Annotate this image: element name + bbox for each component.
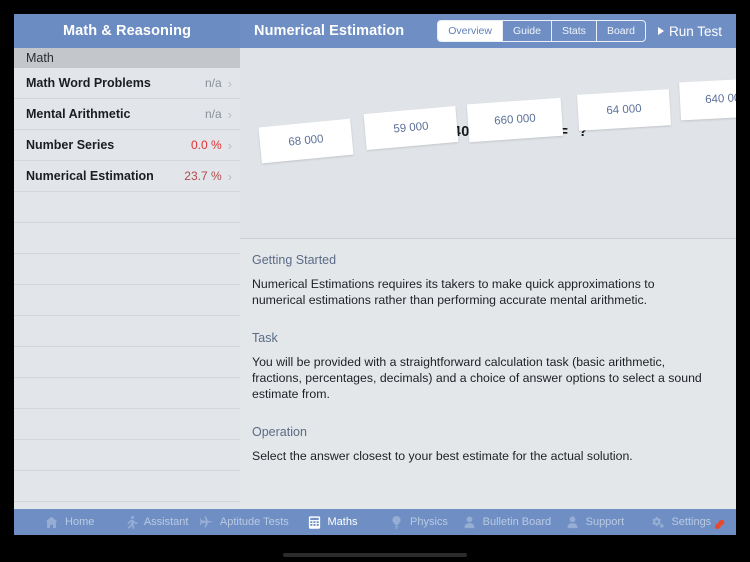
tab-maths[interactable]: Maths [289,515,375,530]
segment-guide[interactable]: Guide [503,21,552,41]
tab-home[interactable]: Home [26,515,112,530]
answer-card-value: 68 000 [288,133,324,148]
sidebar-list[interactable]: Math Word Problemsn/a›Mental Arithmeticn… [14,68,240,509]
answer-card-value: 64 000 [606,103,642,117]
airplane-icon [199,515,214,530]
sidebar-item-label: Math Word Problems [26,76,205,90]
sidebar-empty-row [14,347,240,378]
chevron-right-icon: › [228,170,232,183]
sidebar-empty-row [14,502,240,509]
answer-card-value: 640 000 [705,92,736,106]
answer-card[interactable]: 64 000 [577,89,671,131]
person-icon [462,515,477,530]
home-icon [44,515,59,530]
tab-label: Assistant [144,516,189,528]
sidebar-item-label: Numerical Estimation [26,169,184,183]
sidebar-empty-row [14,440,240,471]
sidebar-empty-row [14,223,240,254]
gear-icon [650,515,665,530]
tab-bar[interactable]: Home Assistant Aptitude Tests Maths Physics B… [14,509,736,535]
tab-settings[interactable]: Settings [638,515,724,530]
play-triangle-icon [658,27,664,35]
tab-label: Bulletin Board [483,516,552,528]
sidebar-section-header: Math [14,48,240,68]
sidebar-item-label: Number Series [26,138,191,152]
sidebar-empty-row [14,192,240,223]
answer-card-value: 660 000 [494,113,536,128]
tab-label: Physics [410,516,448,528]
sidebar-empty-row [14,285,240,316]
tab-physics[interactable]: Physics [375,515,461,530]
description-body: You will be provided with a straightforw… [252,354,704,403]
calculator-icon [307,515,322,530]
tab-label: Maths [328,516,358,528]
question-preview-panel: 28 510 + 40 630 – 4 890 =? 68 00059 0006… [240,48,736,239]
main-content: 28 510 + 40 630 – 4 890 =? 68 00059 0006… [240,48,736,509]
device-bezel: Math & Reasoning Numerical Estimation Ov… [0,0,750,562]
answer-card[interactable]: 660 000 [467,98,563,142]
chevron-right-icon: › [228,108,232,121]
main-navbar: Numerical Estimation OverviewGuideStatsB… [240,14,736,48]
tab-aptitude-tests[interactable]: Aptitude Tests [199,515,289,530]
sidebar-item-label: Mental Arithmetic [26,107,205,121]
sidebar-navbar: Math & Reasoning [14,14,241,48]
sidebar-item-value: n/a [205,107,222,121]
answer-card-value: 59 000 [393,120,429,135]
home-indicator [283,553,467,557]
answer-card[interactable]: 640 000 [679,78,736,121]
tab-label: Support [586,516,625,528]
tab-assistant[interactable]: Assistant [112,515,198,530]
sidebar-item-value: 0.0 % [191,138,222,152]
chevron-right-icon: › [228,77,232,90]
sidebar[interactable]: Math Math Word Problemsn/a›Mental Arithm… [14,48,241,509]
segment-stats[interactable]: Stats [552,21,597,41]
sidebar-item-value: 23.7 % [184,169,221,183]
tab-label: Settings [671,516,711,528]
tab-label: Aptitude Tests [220,516,289,528]
chevron-right-icon: › [228,139,232,152]
sidebar-item-value: n/a [205,76,222,90]
sidebar-item-numerical-estimation[interactable]: Numerical Estimation23.7 % › [14,161,240,192]
sidebar-empty-row [14,409,240,440]
view-segmented-control[interactable]: OverviewGuideStatsBoard [437,20,646,42]
description-heading: Getting Started [252,253,712,267]
answer-card[interactable]: 59 000 [364,106,459,150]
segment-overview[interactable]: Overview [438,21,503,41]
bulb-icon [389,515,404,530]
run-test-button[interactable]: Run Test [658,24,726,39]
description-body: Select the answer closest to your best e… [252,448,704,464]
description-body: Numerical Estimations requires its taker… [252,276,704,309]
page-title: Numerical Estimation [254,23,404,39]
sidebar-empty-row [14,471,240,502]
description-heading: Operation [252,425,712,439]
runner-icon [123,515,138,530]
segment-board[interactable]: Board [597,21,645,41]
sidebar-title: Math & Reasoning [63,23,191,39]
sidebar-item-mental-arithmetic[interactable]: Mental Arithmeticn/a › [14,99,240,130]
run-test-label: Run Test [669,24,722,39]
sidebar-empty-row [14,254,240,285]
person-icon [565,515,580,530]
app-screen: Math & Reasoning Numerical Estimation Ov… [14,14,736,535]
tab-bulletin-board[interactable]: Bulletin Board [462,515,552,530]
description-heading: Task [252,331,712,345]
answer-card[interactable]: 68 000 [258,119,353,164]
description-panel: Getting Started Numerical Estimations req… [240,239,736,509]
red-badge-icon [713,518,726,531]
tab-label: Home [65,516,94,528]
sidebar-item-number-series[interactable]: Number Series0.0 % › [14,130,240,161]
sidebar-empty-row [14,378,240,409]
sidebar-item-math-word-problems[interactable]: Math Word Problemsn/a › [14,68,240,99]
tab-support[interactable]: Support [551,515,637,530]
sidebar-empty-row [14,316,240,347]
